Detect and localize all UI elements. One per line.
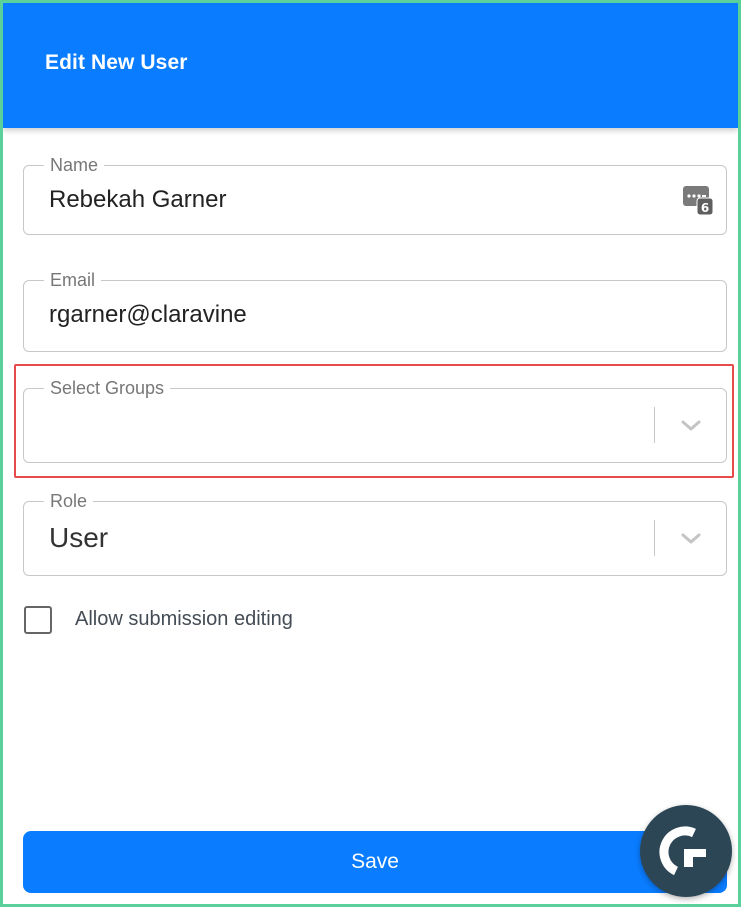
allow-submission-editing-label[interactable]: Allow submission editing <box>75 608 293 631</box>
chat-launcher-icon <box>659 826 706 876</box>
name-field[interactable]: Name Rebekah Garner 6 <box>23 154 727 235</box>
role-select[interactable]: Role User <box>23 490 727 576</box>
password-manager-count: 6 <box>701 201 709 215</box>
role-select-divider <box>654 520 655 556</box>
groups-select-divider <box>654 407 655 443</box>
name-input-value: Rebekah Garner <box>49 186 227 213</box>
role-select-label: Role <box>44 490 94 512</box>
name-field-label: Name <box>44 154 105 176</box>
edit-user-panel: Edit New User Name Rebekah Garner 6 Emai… <box>0 0 741 907</box>
chat-launcher-button[interactable] <box>640 805 732 897</box>
email-field-label: Email <box>44 269 102 291</box>
panel-header: Edit New User <box>3 3 738 128</box>
email-field[interactable]: Email rgarner@claravine <box>23 269 727 352</box>
allow-submission-editing-checkbox[interactable] <box>24 606 52 634</box>
page-title: Edit New User <box>45 51 188 74</box>
password-manager-icon[interactable]: 6 <box>683 184 713 216</box>
role-select-value: User <box>49 522 109 553</box>
groups-select[interactable]: Select Groups <box>23 377 727 463</box>
email-input-value: rgarner@claravine <box>49 301 247 328</box>
groups-select-label: Select Groups <box>44 377 171 399</box>
save-button[interactable]: Save <box>23 831 727 893</box>
chevron-down-icon[interactable] <box>678 413 704 437</box>
chevron-down-icon[interactable] <box>678 526 704 550</box>
